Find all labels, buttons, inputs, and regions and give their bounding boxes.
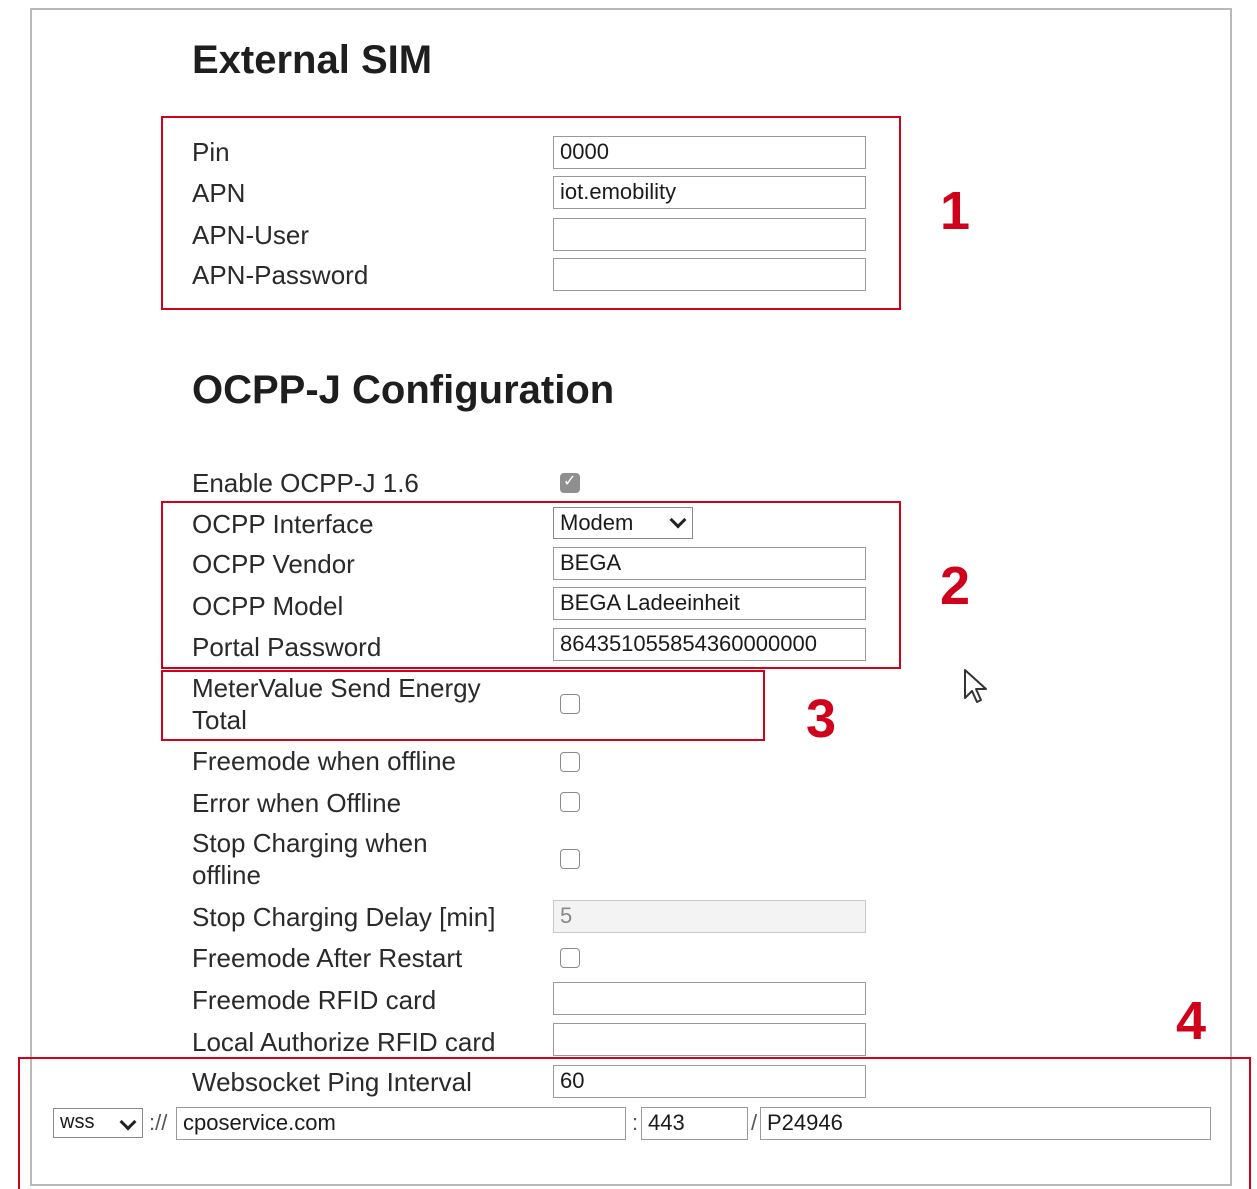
annotation-number-1: 1 — [940, 181, 971, 241]
annotation-box-1 — [161, 116, 901, 310]
freemode-rfid-label: Freemode RFID card — [192, 985, 437, 1015]
freemode-restart-label: Freemode After Restart — [192, 943, 463, 973]
error-offline-checkbox[interactable] — [560, 792, 580, 812]
freemode-rfid-input[interactable] — [553, 982, 866, 1015]
annotation-number-2: 2 — [940, 556, 971, 616]
freemode-restart-checkbox[interactable] — [560, 948, 580, 968]
error-offline-label: Error when Offline — [192, 788, 402, 818]
freemode-offline-label: Freemode when offline — [192, 746, 457, 776]
stop-charging-offline-label: Stop Charging when offline — [192, 827, 428, 891]
annotation-box-2 — [161, 501, 901, 669]
stop-charging-label-line2: offline — [192, 860, 261, 890]
enable-ocpp-label: Enable OCPP-J 1.6 — [192, 468, 419, 498]
external-sim-heading: External SIM — [192, 38, 433, 82]
stop-charging-delay-label: Stop Charging Delay [min] — [192, 902, 496, 932]
local-authorize-rfid-label: Local Authorize RFID card — [192, 1027, 496, 1057]
annotation-number-3: 3 — [806, 689, 837, 749]
enable-ocpp-checkbox[interactable] — [560, 471, 580, 493]
stop-charging-label-line1: Stop Charging when — [192, 828, 428, 858]
stop-charging-offline-checkbox[interactable] — [560, 849, 580, 869]
freemode-offline-checkbox[interactable] — [560, 752, 580, 772]
mouse-pointer-icon — [964, 669, 987, 703]
ocpp-heading: OCPP-J Configuration — [192, 368, 615, 412]
annotation-box-4 — [18, 1057, 1251, 1189]
annotation-number-4: 4 — [1176, 991, 1207, 1051]
local-authorize-rfid-input[interactable] — [553, 1023, 866, 1056]
stop-charging-delay-input[interactable]: 5 — [553, 900, 866, 933]
annotation-box-3 — [161, 670, 765, 741]
